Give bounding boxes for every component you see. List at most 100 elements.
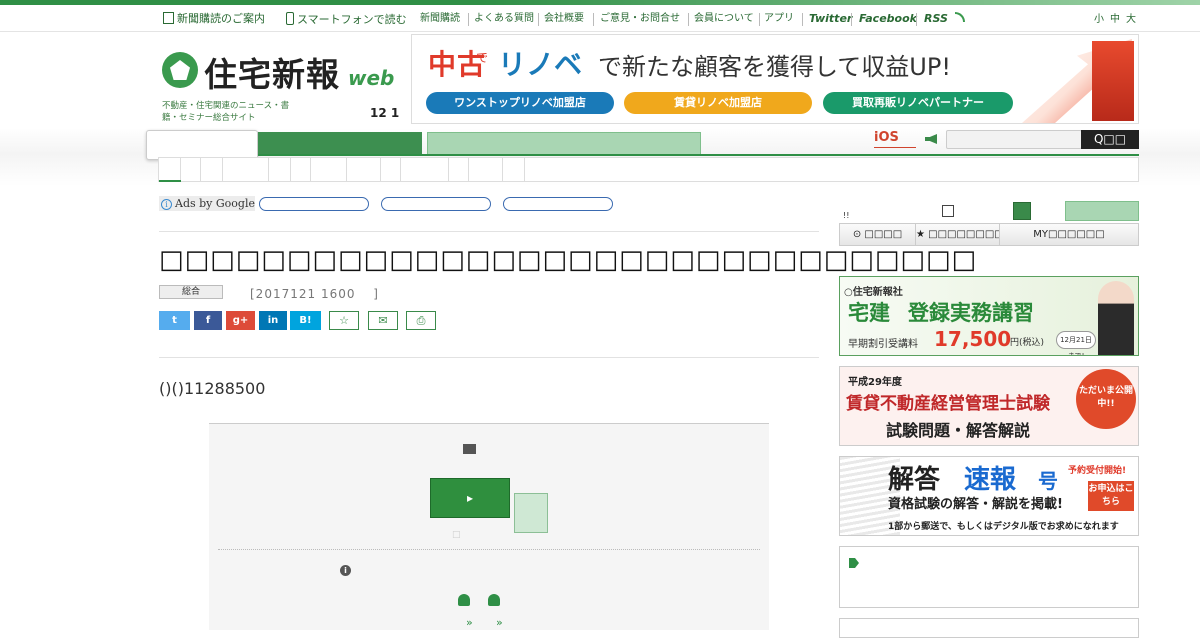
subnav-item[interactable]	[449, 158, 469, 181]
subnav-item[interactable]	[347, 158, 381, 181]
print-button[interactable]: ⎙	[406, 311, 436, 330]
sidebar-dark-button[interactable]	[1013, 202, 1031, 220]
twitter-link[interactable]: Twitter	[809, 12, 852, 26]
category-badge[interactable]: 総合	[159, 285, 223, 299]
nav-underline	[258, 154, 1139, 156]
subnav-item[interactable]	[401, 158, 449, 181]
twitter-share-button[interactable]: t	[159, 311, 190, 330]
sidebar-banner-answer-flash[interactable]: 解答 速報 号 予約受付開始! お申込はこちら 資格試験の解答・解説を掲載! 1…	[839, 456, 1139, 536]
note-mark: □	[452, 530, 461, 540]
facebook-share-button[interactable]: f	[194, 311, 222, 330]
rss-link[interactable]: RSS	[924, 12, 965, 26]
ads-by-google-label[interactable]: i Ads by Google	[159, 196, 255, 211]
tab-my-page[interactable]: MY□□□□□□	[1000, 224, 1138, 245]
banner-title: 賃貸不動産経営管理士試験	[846, 394, 1050, 414]
site-logo[interactable]: 住宅新報	[204, 48, 340, 96]
banner-company: ○住宅新報社	[844, 287, 903, 298]
subnav-item[interactable]	[503, 158, 525, 181]
double-chevron-icon[interactable]: »	[496, 616, 503, 629]
building-graphic	[1092, 41, 1134, 121]
search-button[interactable]: Q□□	[1081, 130, 1139, 149]
flag-icon[interactable]	[942, 205, 954, 217]
facebook-link[interactable]: Facebook	[859, 12, 917, 26]
presenter-photo	[1098, 281, 1134, 355]
subnav-item[interactable]	[159, 158, 181, 181]
smartphone-link[interactable]: スマートフォンで読む	[286, 12, 407, 27]
info-icon: i	[161, 199, 172, 210]
renovation-banner-ad[interactable]: 中古 で リノベ で新たな顧客を獲得して収益UP! ワンストップリノベ加盟店 賃…	[411, 34, 1139, 124]
divider	[688, 13, 689, 26]
subscribe-guide-link[interactable]: 新聞購読のご案内	[163, 12, 265, 26]
font-size-large[interactable]: 大	[1126, 10, 1136, 25]
banner-text-renove: リノベ	[498, 48, 583, 81]
nav-link-faq[interactable]: よくある質問	[474, 12, 534, 26]
banner-button-resale[interactable]: 買取再販リノベパートナー	[823, 92, 1013, 114]
banner-button-onestop[interactable]: ワンストップリノベ加盟店	[426, 92, 614, 114]
site-tagline: 不動産・住宅関連のニュース・書籍・セミナー総合サイト	[162, 101, 290, 123]
banner-title-c: 号	[1038, 469, 1058, 493]
article-title: □□□□□□□□□□□□□□□□□□□□□□□□□□□□□□□□	[159, 245, 978, 275]
banner-text-de: で	[476, 51, 489, 65]
login-button[interactable]: ▸	[430, 478, 510, 518]
nav-tab-features[interactable]	[427, 132, 701, 156]
divider	[468, 13, 469, 26]
banner-sub: 早期割引受講料	[848, 339, 918, 350]
subnav-item[interactable]	[269, 158, 291, 181]
double-chevron-icon[interactable]: »	[466, 616, 473, 629]
register-button[interactable]	[514, 493, 548, 533]
top-bar: 新聞購読のご案内 スマートフォンで読む 新聞購読 よくある質問 会社概要 ご意見…	[0, 5, 1200, 32]
banner-sub: 試験問題・解答解説	[886, 421, 1031, 440]
search-input[interactable]	[946, 130, 1082, 149]
logo-web: web	[348, 66, 395, 90]
banner-line1: 資格試験の解答・解説を掲載!	[888, 497, 1063, 512]
sub-navigation	[158, 157, 1139, 182]
tab-ranking[interactable]: ⊙ □□□□	[840, 224, 916, 245]
nav-tab-news[interactable]	[258, 132, 422, 156]
ad-link-pill[interactable]	[503, 197, 613, 211]
ad-link-pill[interactable]	[259, 197, 369, 211]
banner-button-rental[interactable]: 賃貸リノベ加盟店	[624, 92, 812, 114]
gplus-share-button[interactable]: g+	[226, 311, 255, 330]
font-size-medium[interactable]: 中	[1110, 10, 1120, 25]
header-date: 12 1	[370, 106, 400, 120]
ad-link-pill[interactable]	[381, 197, 491, 211]
ios-app-link[interactable]: iOS	[874, 130, 899, 145]
subnav-item[interactable]	[223, 158, 269, 181]
logo-icon[interactable]	[162, 52, 198, 88]
mail-share-button[interactable]: ✉	[368, 311, 398, 330]
banner-title-b: 速報	[964, 465, 1017, 495]
subnav-item[interactable]	[381, 158, 401, 181]
ios-underline	[874, 147, 916, 148]
info-circle-icon: i	[340, 565, 351, 576]
subnav-active-indicator	[159, 180, 181, 182]
book-icon	[163, 12, 174, 24]
bell-icon	[488, 594, 500, 606]
bell-icon	[458, 594, 470, 606]
linkedin-share-button[interactable]: in	[259, 311, 287, 330]
subnav-item[interactable]	[201, 158, 223, 181]
nav-link-company[interactable]: 会社概要	[544, 12, 584, 26]
sidebar-banner-exam-answers[interactable]: 平成29年度 賃貸不動産経営管理士試験 試験問題・解答解説 ただいま公開中!!	[839, 366, 1139, 446]
nav-tab-home[interactable]	[146, 130, 258, 160]
tag-icon	[849, 558, 859, 568]
subnav-item[interactable]	[311, 158, 347, 181]
nav-link-app[interactable]: アプリ	[764, 12, 794, 26]
sidebar-banner-registration-course[interactable]: ○住宅新報社 宅建 登録実務講習 早期割引受講料 17,500 円(税込) 12…	[839, 276, 1139, 356]
tab-favorites[interactable]: ★ □□□□□□□□	[916, 224, 1000, 245]
banner-up-label: UP	[1058, 53, 1072, 63]
banner-reserve: 予約受付開始!	[1068, 466, 1127, 476]
subnav-item[interactable]	[469, 158, 503, 181]
divider	[851, 13, 852, 26]
divider	[802, 13, 803, 26]
nav-link-subscribe[interactable]: 新聞購読	[420, 12, 460, 26]
favorite-button[interactable]: ☆	[329, 311, 359, 330]
subnav-item[interactable]	[181, 158, 201, 181]
banner-badge: ただいま公開中!!	[1076, 369, 1136, 429]
nav-link-membership[interactable]: 会員について	[694, 12, 754, 26]
nav-link-contact[interactable]: ご意見・お問合せ	[600, 12, 680, 26]
banner-deadline: 12月21日まで!	[1056, 331, 1096, 355]
font-size-small[interactable]: 小	[1094, 10, 1104, 25]
sidebar-light-button[interactable]	[1065, 201, 1139, 221]
hatena-bookmark-button[interactable]: B!	[290, 311, 321, 330]
subnav-item[interactable]	[291, 158, 311, 181]
